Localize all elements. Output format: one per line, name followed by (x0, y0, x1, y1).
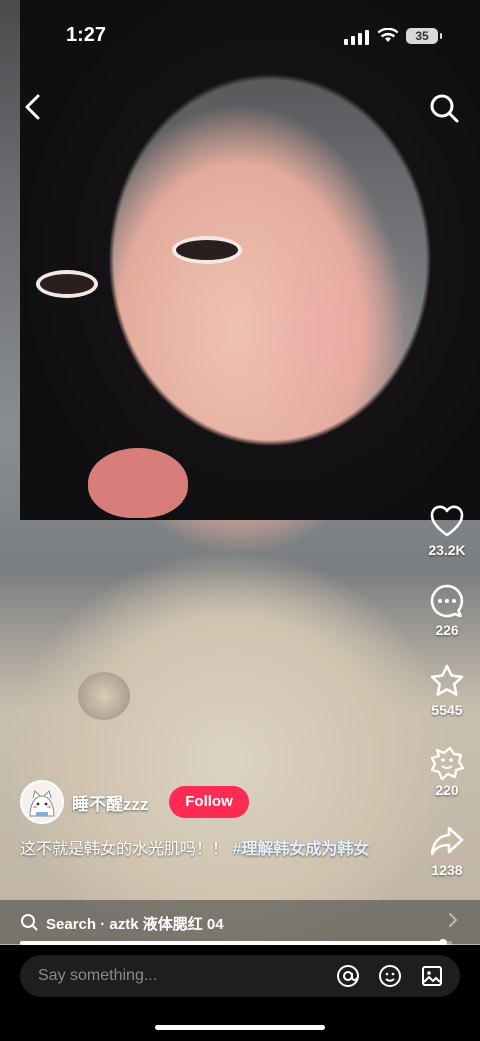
status-bar: 1:27 35 (0, 0, 480, 70)
related-search-bar[interactable]: Search · aztk 液体腮红 04 (0, 900, 480, 944)
comment-icon (430, 584, 464, 618)
image-icon[interactable] (420, 964, 444, 988)
author-username[interactable]: 睡不醒zzz (72, 790, 149, 815)
mention-icon[interactable] (336, 964, 360, 988)
emoji-icon[interactable] (378, 964, 402, 988)
comment-button[interactable]: 226 (422, 582, 472, 638)
share-count: 1238 (431, 862, 463, 878)
status-time: 1:27 (66, 24, 107, 46)
search-icon (430, 94, 459, 123)
cellular-signal-icon (344, 30, 369, 45)
share-arrow-icon (430, 826, 464, 856)
follow-button[interactable]: Follow (169, 786, 249, 818)
chevron-right-icon (448, 911, 458, 934)
comment-bar (0, 945, 480, 1041)
like-count: 23.2K (428, 542, 466, 558)
caption-text: 这不就是韩女的水光肌吗！！ (20, 841, 233, 858)
related-search-label: Search · aztk 液体腮红 04 (46, 916, 224, 933)
favorite-count: 5545 (431, 702, 463, 718)
video-subject-hair (20, 0, 480, 520)
search-button[interactable] (428, 92, 460, 124)
comment-input[interactable] (38, 955, 328, 997)
comment-count: 226 (435, 622, 459, 638)
video-caption: 这不就是韩女的水光肌吗！！ #理解韩女成为韩女 (20, 836, 390, 863)
video-eye-left (36, 270, 98, 298)
video-coat-button (78, 672, 130, 720)
star-icon (430, 664, 464, 696)
like-button[interactable]: 23.2K (422, 502, 472, 558)
share-button[interactable]: 1238 (422, 822, 472, 878)
video-lips (88, 448, 188, 518)
home-indicator[interactable] (155, 1025, 325, 1030)
cat-avatar-icon (22, 782, 62, 822)
caption-hashtag[interactable]: #理解韩女成为韩女 (232, 841, 369, 858)
wifi-icon (377, 27, 399, 49)
author-avatar[interactable] (20, 780, 64, 824)
favorite-button[interactable]: 5545 (422, 662, 472, 718)
search-icon (21, 914, 38, 931)
comment-input-box[interactable] (20, 955, 460, 997)
chevron-left-icon (25, 94, 40, 120)
battery-indicator: 35 (406, 28, 442, 44)
back-button[interactable] (20, 92, 48, 122)
remix-button[interactable]: 220 (422, 742, 472, 798)
video-eye-right (172, 236, 242, 264)
remix-count: 220 (435, 782, 459, 798)
heart-icon (430, 505, 464, 537)
sticker-icon (430, 746, 465, 780)
